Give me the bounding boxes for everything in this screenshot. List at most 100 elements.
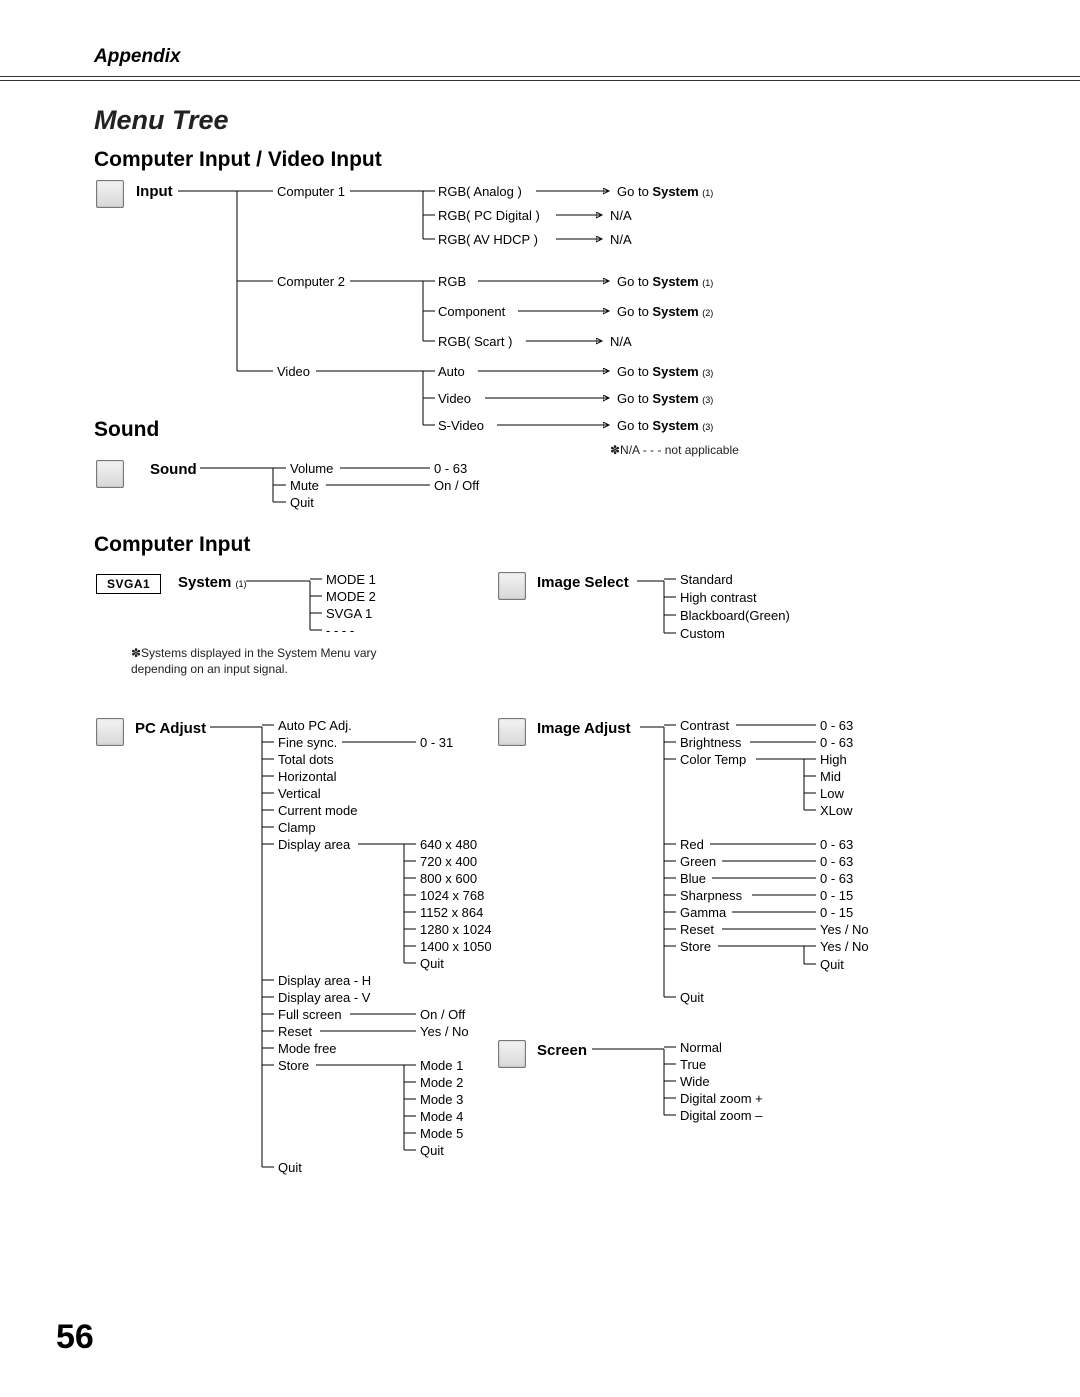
screen-true: True [680, 1057, 706, 1072]
image-select-label: Image Select [537, 574, 629, 591]
header-rule [0, 76, 1080, 81]
pc-fine: Fine sync. [278, 735, 337, 750]
ia-red-r: 0 - 63 [820, 837, 853, 852]
pc-sm4: Mode 4 [420, 1109, 463, 1124]
sound-volume: Volume [290, 461, 333, 476]
pc-full-range: On / Off [420, 1007, 465, 1022]
pc-sm5: Mode 5 [420, 1126, 463, 1141]
ia-brightness-r: 0 - 63 [820, 735, 853, 750]
system-mode2: MODE 2 [326, 589, 376, 604]
input-v-auto: Auto [438, 364, 465, 379]
ia-ct-low: Low [820, 786, 844, 801]
pc-da-640: 640 x 480 [420, 837, 477, 852]
goto-system-1a: Go to System (1) [617, 184, 713, 199]
ia-quit: Quit [680, 990, 704, 1005]
screen-wide: Wide [680, 1074, 710, 1089]
ia-blue-r: 0 - 63 [820, 871, 853, 886]
pc-reset: Reset [278, 1024, 312, 1039]
input-c1-rgb-pcdigital: RGB( PC Digital ) [438, 208, 540, 223]
goto-system-3c: Go to System (3) [617, 418, 713, 433]
note-na: ✽N/A - - - not applicable [610, 443, 739, 457]
page-title: Menu Tree [94, 105, 229, 136]
input-c1-rgb-analog: RGB( Analog ) [438, 184, 522, 199]
input-icon [96, 180, 124, 208]
pc-da-1152: 1152 x 864 [420, 905, 483, 920]
pc-adjust-label: PC Adjust [135, 720, 206, 737]
pc-sm2: Mode 2 [420, 1075, 463, 1090]
sound-mute: Mute [290, 478, 319, 493]
na-1: N/A [610, 208, 632, 223]
heading-cv-input: Computer Input / Video Input [94, 148, 382, 172]
pc-da-1280: 1280 x 1024 [420, 922, 492, 937]
ia-ct-mid: Mid [820, 769, 841, 784]
ia-colortemp: Color Temp [680, 752, 746, 767]
page: Appendix Menu Tree Computer Input / Vide… [0, 0, 1080, 1397]
system-svga-badge: SVGA1 [96, 574, 161, 594]
image-select-standard: Standard [680, 572, 733, 587]
pc-reset-range: Yes / No [420, 1024, 469, 1039]
pc-da-quit: Quit [420, 956, 444, 971]
ia-store-r: Yes / No [820, 939, 869, 954]
image-select-high: High contrast [680, 590, 757, 605]
screen-normal: Normal [680, 1040, 722, 1055]
screen-dzp: Digital zoom + [680, 1091, 763, 1106]
page-number: 56 [56, 1318, 94, 1357]
menu-tree-lines [0, 0, 1080, 1397]
pc-squit: Quit [420, 1143, 444, 1158]
ia-sharp: Sharpness [680, 888, 742, 903]
ia-reset-r: Yes / No [820, 922, 869, 937]
input-video: Video [277, 364, 310, 379]
pc-adjust-icon [96, 718, 124, 746]
pc-sm3: Mode 3 [420, 1092, 463, 1107]
pc-curmode: Current mode [278, 803, 357, 818]
input-c1-rgb-avhdcp: RGB( AV HDCP ) [438, 232, 538, 247]
pc-auto: Auto PC Adj. [278, 718, 352, 733]
system-footnote: ✽Systems displayed in the System Menu va… [131, 645, 406, 677]
ia-green-r: 0 - 63 [820, 854, 853, 869]
input-c2-rgb: RGB [438, 274, 466, 289]
system-mode1: MODE 1 [326, 572, 376, 587]
ia-contrast-r: 0 - 63 [820, 718, 853, 733]
screen-label: Screen [537, 1042, 587, 1059]
pc-modefree: Mode free [278, 1041, 337, 1056]
pc-da-1400: 1400 x 1050 [420, 939, 492, 954]
input-v-svideo: S-Video [438, 418, 484, 433]
sound-mute-range: On / Off [434, 478, 479, 493]
system-svga1: SVGA 1 [326, 606, 372, 621]
image-adjust-icon [498, 718, 526, 746]
ia-ct-xlow: XLow [820, 803, 853, 818]
pc-full: Full screen [278, 1007, 342, 1022]
header-appendix: Appendix [94, 46, 181, 68]
pc-clamp: Clamp [278, 820, 316, 835]
ia-blue: Blue [680, 871, 706, 886]
goto-system-3b: Go to System (3) [617, 391, 713, 406]
ia-contrast: Contrast [680, 718, 729, 733]
pc-store: Store [278, 1058, 309, 1073]
pc-horiz: Horizontal [278, 769, 337, 784]
system-label: System (1) [178, 574, 247, 591]
ia-brightness: Brightness [680, 735, 741, 750]
goto-system-1b: Go to System (1) [617, 274, 713, 289]
image-select-blackboard: Blackboard(Green) [680, 608, 790, 623]
ia-reset: Reset [680, 922, 714, 937]
ia-store: Store [680, 939, 711, 954]
pc-da-1024: 1024 x 768 [420, 888, 484, 903]
pc-vert: Vertical [278, 786, 321, 801]
input-c2-component: Component [438, 304, 505, 319]
sound-icon [96, 460, 124, 488]
input-c2-rgb-scart: RGB( Scart ) [438, 334, 512, 349]
image-select-icon [498, 572, 526, 600]
pc-disp-h: Display area - H [278, 973, 371, 988]
input-label: Input [136, 183, 173, 200]
ia-sharp-r: 0 - 15 [820, 888, 853, 903]
heading-computer-input: Computer Input [94, 533, 250, 557]
image-select-custom: Custom [680, 626, 725, 641]
ia-gamma: Gamma [680, 905, 726, 920]
pc-da-800: 800 x 600 [420, 871, 477, 886]
goto-system-2: Go to System (2) [617, 304, 713, 319]
goto-system-3a: Go to System (3) [617, 364, 713, 379]
pc-quit: Quit [278, 1160, 302, 1175]
pc-disparea: Display area [278, 837, 350, 852]
pc-da-720: 720 x 400 [420, 854, 477, 869]
screen-dzm: Digital zoom – [680, 1108, 762, 1123]
